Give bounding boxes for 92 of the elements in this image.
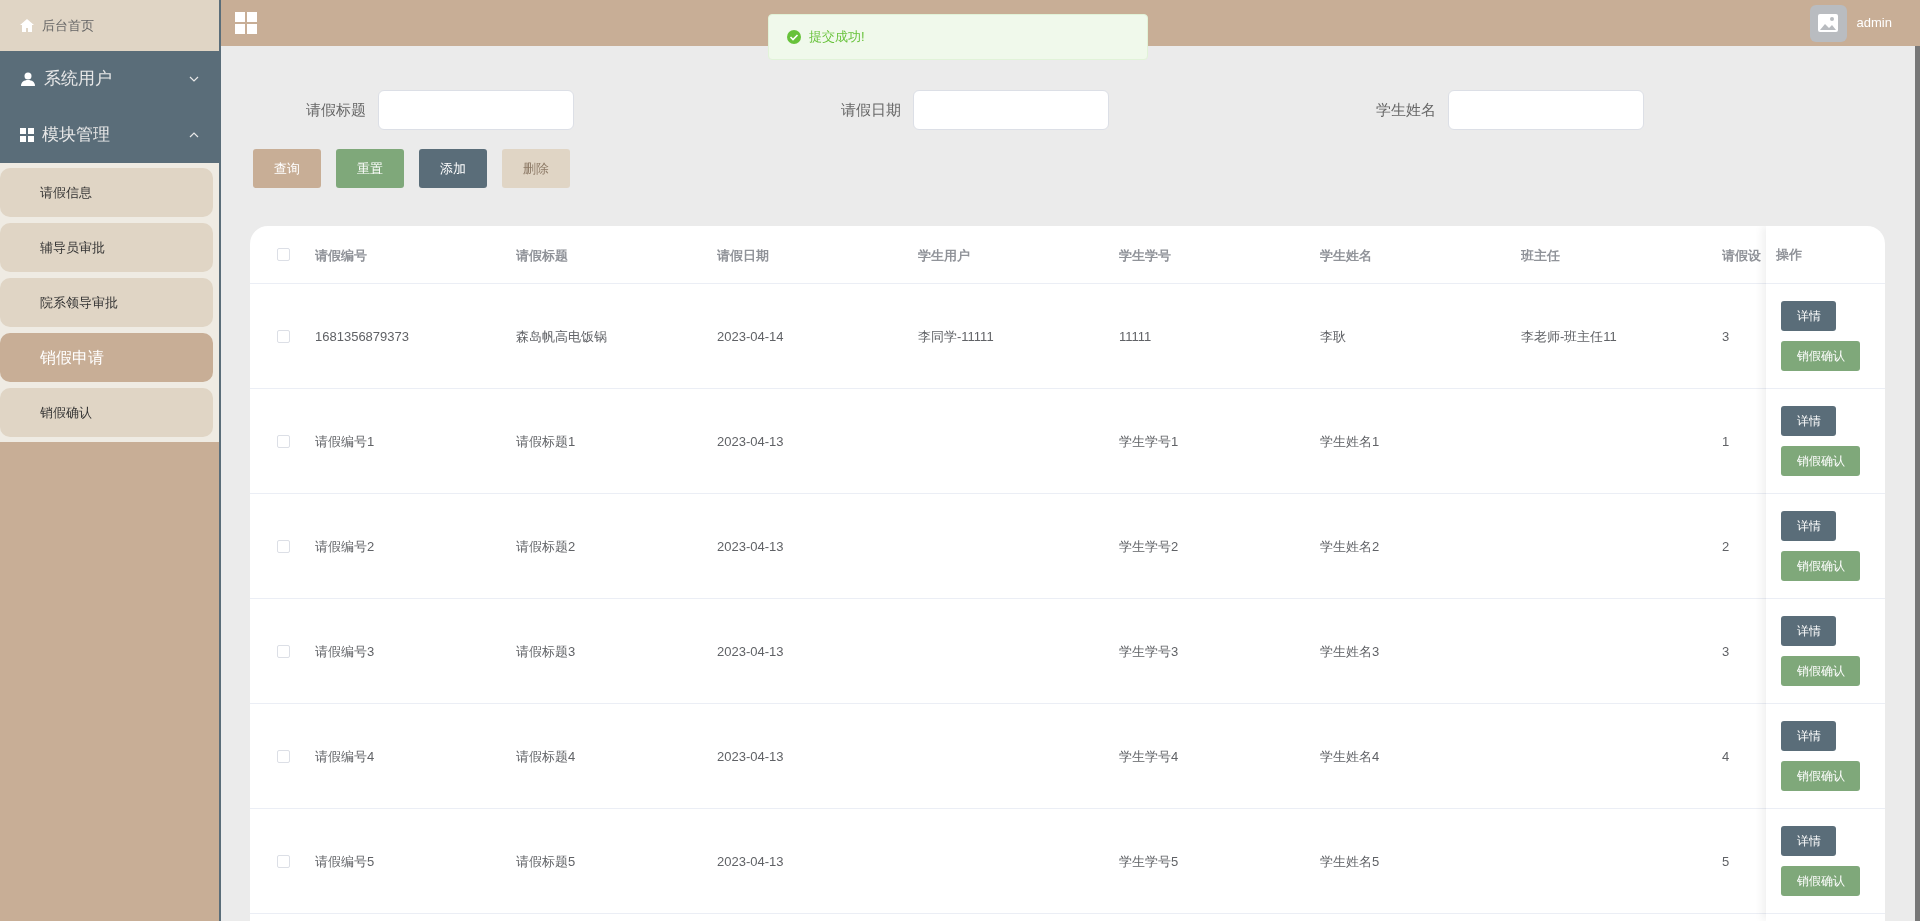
details-button[interactable]: 详情 [1781, 826, 1836, 856]
table-cell: 请假编号3 [315, 644, 375, 659]
column-header: 学生学号 [1119, 247, 1171, 263]
table-cell: 请假标题2 [516, 539, 576, 554]
table-cell: 学生姓名3 [1320, 644, 1380, 659]
table-cell: 请假编号2 [315, 539, 375, 554]
column-header: 请假编号 [315, 247, 367, 263]
table-cell: 2023-04-13 [717, 644, 784, 659]
confirm-button[interactable]: 销假确认 [1781, 551, 1860, 581]
table-cell: 1 [1722, 434, 1730, 449]
table-cell: 3 [1722, 644, 1730, 659]
table-cell: 2023-04-14 [717, 329, 784, 344]
checkbox[interactable] [277, 248, 290, 261]
action-button[interactable]: 添加 [419, 149, 487, 188]
avatar[interactable] [1809, 4, 1847, 42]
column-header: 请假设 [1722, 247, 1761, 263]
table-cell: 1681356879373 [315, 329, 409, 344]
checkbox[interactable] [277, 644, 290, 658]
menu-group[interactable]: 系统用户 [0, 51, 219, 107]
filter-label: 学生姓名 [1376, 99, 1436, 120]
user-icon [20, 71, 36, 87]
submenu-item[interactable]: 院系领导审批 [0, 278, 213, 327]
home-menu-item[interactable]: 后台首页 [0, 0, 219, 51]
checkbox[interactable] [277, 854, 290, 868]
checkbox[interactable] [277, 434, 290, 448]
filter-field[interactable] [1448, 90, 1644, 130]
column-header: 请假标题 [516, 247, 568, 263]
table-cell: 李老师-班主任11 [1521, 329, 1617, 344]
details-button[interactable]: 详情 [1781, 406, 1836, 436]
home-icon [20, 19, 34, 32]
confirm-button[interactable]: 销假确认 [1781, 656, 1860, 686]
table-cell: 2 [1722, 539, 1730, 554]
table-cell: 2023-04-13 [717, 854, 784, 869]
confirm-button[interactable]: 销假确认 [1781, 866, 1860, 896]
confirm-button[interactable]: 销假确认 [1781, 341, 1860, 371]
grid-menu-icon[interactable] [235, 12, 257, 34]
checkbox[interactable] [277, 749, 290, 763]
column-header: 学生姓名 [1320, 247, 1372, 263]
submenu-item[interactable]: 销假确认 [0, 388, 213, 437]
filter-field[interactable] [913, 90, 1109, 130]
table-cell: 2023-04-13 [717, 749, 784, 764]
table-cell: 学生学号2 [1119, 539, 1179, 554]
grid-icon [20, 128, 34, 142]
details-button[interactable]: 详情 [1781, 616, 1836, 646]
username: admin [1856, 14, 1892, 33]
table-cell: 学生姓名2 [1320, 539, 1380, 554]
details-button[interactable]: 详情 [1781, 511, 1836, 541]
table-cell: 请假标题3 [516, 644, 576, 659]
filter-label: 请假日期 [841, 99, 901, 120]
confirm-button[interactable]: 销假确认 [1781, 761, 1860, 791]
submenu-item[interactable]: 辅导员审批 [0, 223, 213, 272]
table-cell: 请假标题4 [516, 749, 576, 764]
menu-group[interactable]: 模块管理 [0, 107, 219, 163]
table-cell: 李同学-11111 [918, 329, 994, 344]
table-cell: 学生姓名4 [1320, 749, 1380, 764]
table-cell: 11111 [1119, 329, 1152, 344]
image-icon [1818, 14, 1839, 32]
table-cell: 请假编号1 [315, 434, 375, 449]
filter-label: 请假标题 [306, 99, 366, 120]
details-button[interactable]: 详情 [1781, 721, 1836, 751]
table-cell: 请假编号5 [315, 854, 375, 869]
details-button[interactable]: 详情 [1781, 301, 1836, 331]
table-cell: 李耿 [1320, 329, 1346, 344]
chevron-up-icon [189, 132, 199, 138]
table-cell: 学生姓名5 [1320, 854, 1380, 869]
checkbox[interactable] [277, 329, 290, 343]
table-cell: 3 [1722, 329, 1730, 344]
table-cell: 学生学号3 [1119, 644, 1179, 659]
table-cell: 请假标题5 [516, 854, 576, 869]
table-cell: 学生学号4 [1119, 749, 1179, 764]
toast-message: 提交成功! [809, 28, 865, 47]
column-header: 请假日期 [717, 247, 769, 263]
table-cell: 学生学号5 [1119, 854, 1179, 869]
confirm-button[interactable]: 销假确认 [1781, 446, 1860, 476]
table-cell: 4 [1722, 749, 1730, 764]
column-header: 操作 [1776, 245, 1802, 264]
action-button[interactable]: 重置 [336, 149, 404, 188]
table-cell: 5 [1722, 854, 1730, 869]
table-cell: 2023-04-13 [717, 539, 784, 554]
table-cell: 请假编号4 [315, 749, 375, 764]
table-cell: 2023-04-13 [717, 434, 784, 449]
submenu-item[interactable]: 请假信息 [0, 168, 213, 217]
column-header: 学生用户 [918, 247, 970, 263]
filter-field[interactable] [378, 90, 574, 130]
table-cell: 学生学号1 [1119, 434, 1179, 449]
table-cell: 学生姓名1 [1320, 434, 1380, 449]
column-header: 班主任 [1521, 247, 1560, 263]
table-cell: 森岛帆高电饭锅 [516, 329, 607, 344]
check-circle-icon [787, 30, 801, 44]
checkbox[interactable] [277, 539, 290, 553]
table-cell: 请假标题1 [516, 434, 576, 449]
chevron-down-icon [189, 76, 199, 82]
